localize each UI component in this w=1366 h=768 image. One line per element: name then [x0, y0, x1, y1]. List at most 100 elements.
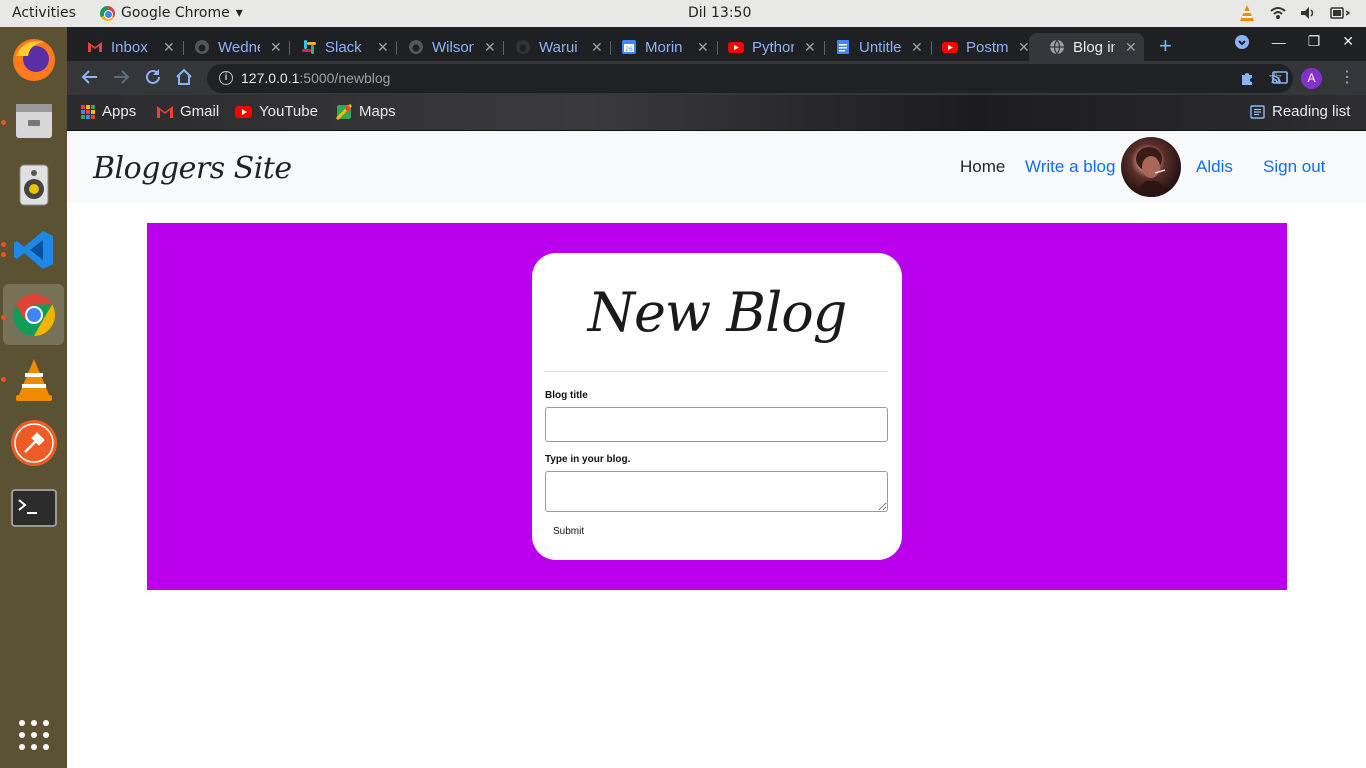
more-menu-icon[interactable]: ⋮	[1339, 67, 1355, 87]
bookmark-gmail[interactable]: Gmail	[157, 103, 219, 120]
home-icon	[176, 68, 192, 85]
dock-show-apps[interactable]	[3, 704, 64, 765]
blog-title-input[interactable]	[545, 407, 888, 442]
site-brand[interactable]: Bloggers Site	[93, 151, 292, 186]
wifi-icon[interactable]	[1270, 6, 1286, 20]
gmail-icon	[157, 106, 173, 118]
dock-files[interactable]	[3, 89, 64, 150]
nav-home-link[interactable]: Home	[960, 157, 1005, 177]
vscode-icon	[13, 230, 53, 269]
dock-postman[interactable]	[3, 412, 64, 473]
github-icon	[409, 40, 423, 54]
tab-wednesday[interactable]: Wedne ✕	[174, 33, 282, 61]
submit-button[interactable]: Submit	[553, 526, 584, 537]
reload-button[interactable]	[144, 68, 162, 89]
close-icon[interactable]: ✕	[270, 39, 282, 56]
close-icon[interactable]: ✕	[163, 39, 175, 56]
window-controls: — ❐ ✕	[1234, 33, 1354, 50]
dock-chrome[interactable]	[3, 284, 64, 345]
arrow-left-icon	[81, 70, 97, 84]
svg-text:26: 26	[625, 46, 633, 53]
close-icon[interactable]: ✕	[804, 39, 816, 56]
tab-warui[interactable]: Warui ✕	[495, 33, 603, 61]
back-button[interactable]	[81, 68, 99, 89]
tab-title: Pythor	[752, 38, 794, 56]
web-page: Bloggers Site Home Write a blog Aldis Si…	[67, 131, 1366, 768]
system-tray[interactable]	[1238, 4, 1352, 22]
tab-python[interactable]: Pythor ✕	[708, 33, 816, 61]
dock-vlc[interactable]	[3, 349, 64, 410]
calendar-icon: 26	[622, 40, 636, 54]
minimize-icon[interactable]: —	[1272, 34, 1286, 50]
bookmark-label: YouTube	[259, 103, 318, 120]
close-icon[interactable]: ✕	[1018, 39, 1030, 56]
youtube-icon	[728, 42, 744, 53]
blog-body-textarea[interactable]	[545, 471, 888, 512]
bookmark-apps[interactable]: Apps	[81, 103, 136, 120]
tab-wilson[interactable]: Wilson ✕	[388, 33, 496, 61]
extensions-icon[interactable]	[1239, 70, 1255, 86]
bookmark-maps[interactable]: Maps	[336, 103, 396, 120]
tab-strip: Inbox ✕ Wedne ✕ Slack | ✕ Wilson ✕ Warui…	[67, 27, 1366, 61]
profile-avatar[interactable]: A	[1301, 68, 1322, 89]
browser-toolbar: i 127.0.0.1:5000/newblog ☆ A ⋮	[67, 61, 1366, 95]
close-icon[interactable]: ✕	[377, 39, 389, 56]
hero-section: New Blog Blog title Type in your blog. S…	[147, 223, 1287, 590]
avatar-portrait	[1136, 147, 1167, 197]
firefox-icon	[12, 38, 55, 81]
nav-write-blog-link[interactable]: Write a blog	[1025, 157, 1115, 177]
bookmarks-bar: Apps Gmail YouTube Maps Reading list	[67, 95, 1366, 131]
user-avatar[interactable]	[1121, 137, 1181, 197]
dock-terminal[interactable]	[3, 477, 64, 538]
chrome-icon	[100, 5, 115, 21]
postman-icon	[10, 419, 57, 466]
clock[interactable]: Dil 13:50	[688, 5, 751, 21]
github-icon	[195, 40, 209, 54]
vlc-tray-icon[interactable]	[1238, 4, 1256, 22]
blog-body-label: Type in your blog.	[545, 454, 631, 465]
youtube-icon	[942, 42, 958, 53]
tab-blog-active[interactable]: Blog in ✕	[1029, 33, 1144, 61]
tab-untitled[interactable]: Untitle ✕	[815, 33, 923, 61]
tab-inbox[interactable]: Inbox ✕	[67, 33, 175, 61]
close-icon[interactable]: ✕	[484, 39, 496, 56]
vlc-icon	[15, 358, 52, 401]
screen: Activities Google Chrome ▾ Dil 13:50 Inb…	[0, 0, 1366, 768]
dock-vscode[interactable]	[3, 219, 64, 280]
close-window-icon[interactable]: ✕	[1342, 33, 1354, 50]
address-bar[interactable]: i 127.0.0.1:5000/newblog ☆	[207, 64, 1293, 93]
dock-firefox[interactable]	[3, 29, 64, 90]
cast-icon[interactable]	[1271, 70, 1289, 86]
activities-button[interactable]: Activities	[12, 5, 76, 21]
globe-icon	[1050, 39, 1064, 55]
dock	[0, 27, 67, 768]
tab-title: Morin	[645, 38, 683, 56]
volume-icon[interactable]	[1300, 6, 1316, 20]
restore-icon[interactable]: ❐	[1308, 33, 1321, 50]
home-button[interactable]	[175, 68, 193, 89]
docs-icon	[837, 40, 849, 54]
tab-title: Wilson	[432, 38, 474, 56]
battery-icon[interactable]	[1330, 6, 1352, 20]
site-info-icon[interactable]: i	[219, 71, 233, 85]
youtube-icon	[235, 105, 252, 118]
tab-slack[interactable]: Slack | ✕	[281, 33, 389, 61]
dock-rhythmbox[interactable]	[3, 154, 64, 215]
tab-postman[interactable]: Postm ✕	[922, 33, 1030, 61]
app-menu[interactable]: Google Chrome ▾	[100, 5, 243, 21]
close-icon[interactable]: ✕	[911, 39, 923, 56]
nav-signout-link[interactable]: Sign out	[1263, 157, 1325, 177]
url-text[interactable]: 127.0.0.1:5000/newblog	[241, 70, 390, 86]
nav-user-link[interactable]: Aldis	[1196, 157, 1233, 177]
tab-title: Slack |	[325, 38, 367, 56]
close-icon[interactable]: ✕	[697, 39, 709, 56]
tab-morning[interactable]: 26 Morin ✕	[601, 33, 709, 61]
bookmark-youtube[interactable]: YouTube	[235, 103, 318, 120]
app-name: Google Chrome	[121, 5, 230, 21]
reading-list[interactable]: Reading list	[1250, 103, 1350, 120]
tab-search-icon[interactable]	[1234, 34, 1250, 50]
blog-title-label: Blog title	[545, 390, 588, 401]
new-tab-button[interactable]: +	[1159, 33, 1172, 59]
close-icon[interactable]: ✕	[1125, 39, 1137, 56]
forward-button[interactable]	[112, 68, 130, 89]
